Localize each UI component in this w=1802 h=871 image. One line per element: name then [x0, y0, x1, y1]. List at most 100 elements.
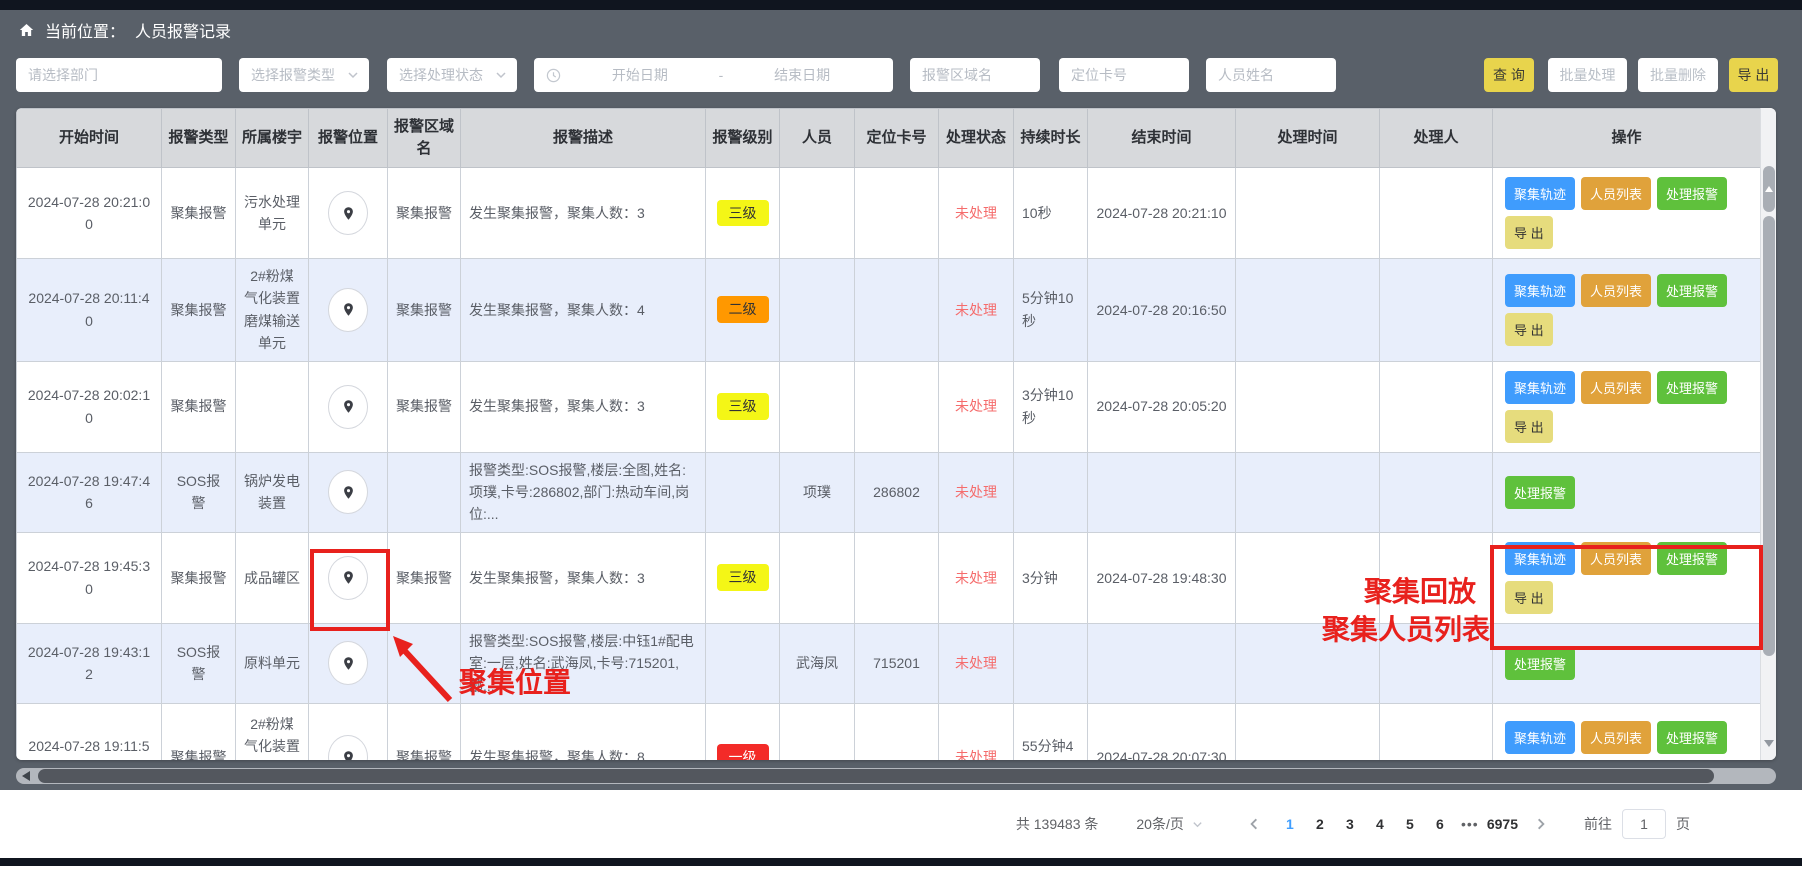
page-number-5[interactable]: 5	[1395, 816, 1425, 832]
scroll-left-icon[interactable]	[22, 771, 30, 781]
batch-process-button[interactable]: 批量处理	[1548, 58, 1627, 92]
status-unprocessed: 未处理	[955, 302, 997, 318]
department-input[interactable]	[16, 58, 222, 92]
status-unprocessed: 未处理	[955, 484, 997, 500]
cell-handle-time	[1236, 259, 1380, 362]
card-number-input[interactable]	[1059, 58, 1189, 92]
cell-card-number: 286802	[855, 452, 939, 532]
action-track-button[interactable]: 聚集轨迹	[1505, 177, 1575, 210]
last-page-button[interactable]: 6975	[1485, 816, 1520, 832]
action-handle-button[interactable]: 处理报警	[1657, 721, 1727, 754]
card-number-field[interactable]	[1059, 58, 1189, 92]
horizontal-scrollbar[interactable]	[16, 768, 1776, 784]
chevron-down-icon	[347, 69, 359, 81]
alarm-table-card: 开始时间报警类型所属楼宇报警位置报警区域名报警描述报警级别人员定位卡号处理状态持…	[16, 108, 1776, 760]
action-export-button[interactable]: 导 出	[1505, 581, 1553, 614]
cell-duration: 5分钟10秒	[1014, 259, 1088, 362]
date-range-picker[interactable]: 开始日期 - 结束日期	[534, 58, 893, 92]
person-name-field[interactable]	[1206, 58, 1336, 92]
scroll-up-icon[interactable]	[1763, 166, 1775, 212]
page-number-3[interactable]: 3	[1335, 816, 1365, 832]
cell-area-name	[388, 623, 461, 703]
area-name-input[interactable]	[910, 58, 1040, 92]
cell-building: 污水处理单元	[236, 168, 309, 259]
end-date-placeholder[interactable]: 结束日期	[723, 65, 881, 85]
horizontal-scrollbar-thumb[interactable]	[38, 769, 1714, 783]
start-date-placeholder[interactable]: 开始日期	[561, 65, 719, 85]
goto-page-input[interactable]	[1622, 809, 1666, 839]
cell-end-time: 2024-07-28 20:16:50	[1088, 259, 1236, 362]
cell-handle-status: 未处理	[939, 623, 1014, 703]
table-row: 2024-07-28 19:11:50聚集报警2#粉煤气化装置磨煤输送单元聚集报…	[17, 703, 1761, 760]
cell-alarm-level: 一级	[706, 703, 780, 760]
cell-start-time: 2024-07-28 19:43:12	[17, 623, 162, 703]
location-pin-icon[interactable]	[328, 735, 368, 760]
prev-page-icon[interactable]	[1247, 817, 1261, 831]
cell-duration: 3分钟	[1014, 532, 1088, 623]
person-name-input[interactable]	[1206, 58, 1336, 92]
next-page-icon[interactable]	[1534, 817, 1548, 831]
action-track-button[interactable]: 聚集轨迹	[1505, 274, 1575, 307]
annotation-roster-label: 聚集人员列表	[1322, 608, 1490, 648]
cell-alarm-level: 三级	[706, 361, 780, 452]
window-top-strip	[0, 0, 1802, 10]
export-button[interactable]: 导 出	[1729, 58, 1778, 92]
location-pin-icon[interactable]	[328, 288, 368, 332]
action-export-button[interactable]: 导 出	[1505, 313, 1553, 346]
action-list-button[interactable]: 人员列表	[1581, 542, 1651, 575]
vertical-scrollbar-thumb[interactable]	[1763, 216, 1775, 656]
cell-alarm-type: 聚集报警	[162, 703, 236, 760]
pagination-bar: 共 139483 条 20条/页 123456 ••• 6975 前往 页	[0, 790, 1802, 858]
annotation-playback-label: 聚集回放	[1364, 570, 1476, 610]
cell-person	[780, 703, 855, 760]
action-list-button[interactable]: 人员列表	[1581, 274, 1651, 307]
action-list-button[interactable]: 人员列表	[1581, 177, 1651, 210]
page-size-select[interactable]: 20条/页	[1136, 814, 1202, 834]
cell-handler	[1380, 703, 1493, 760]
action-track-button[interactable]: 聚集轨迹	[1505, 542, 1575, 575]
action-handle-button[interactable]: 处理报警	[1657, 542, 1727, 575]
location-pin-icon[interactable]	[328, 641, 368, 685]
total-count: 共 139483 条	[1016, 814, 1099, 834]
page-number-2[interactable]: 2	[1305, 816, 1335, 832]
action-list-button[interactable]: 人员列表	[1581, 721, 1651, 754]
cell-alarm-type: 聚集报警	[162, 532, 236, 623]
department-field[interactable]	[16, 58, 222, 92]
breadcrumb: 当前位置： 人员报警记录	[18, 16, 231, 44]
action-handle-button[interactable]: 处理报警	[1657, 177, 1727, 210]
cell-handler	[1380, 259, 1493, 362]
alarm-table-body: 2024-07-28 20:21:00聚集报警污水处理单元聚集报警发生聚集报警，…	[17, 168, 1761, 761]
location-pin-icon[interactable]	[328, 470, 368, 514]
location-pin-icon[interactable]	[328, 556, 368, 600]
batch-delete-button[interactable]: 批量删除	[1638, 58, 1718, 92]
location-pin-icon[interactable]	[328, 191, 368, 235]
handle-status-select[interactable]: 选择处理状态	[387, 58, 517, 92]
goto-unit: 页	[1676, 814, 1690, 834]
action-track-button[interactable]: 聚集轨迹	[1505, 721, 1575, 754]
cell-card-number	[855, 259, 939, 362]
action-handle-button[interactable]: 处理报警	[1505, 476, 1575, 509]
cell-handler	[1380, 361, 1493, 452]
action-export-button[interactable]: 导 出	[1505, 216, 1553, 249]
column-header: 人员	[780, 109, 855, 168]
action-handle-button[interactable]: 处理报警	[1657, 371, 1727, 404]
cell-alarm-position	[309, 532, 388, 623]
alarm-type-select[interactable]: 选择报警类型	[239, 58, 369, 92]
action-handle-button[interactable]: 处理报警	[1505, 647, 1575, 680]
action-list-button[interactable]: 人员列表	[1581, 371, 1651, 404]
search-button[interactable]: 查 询	[1484, 58, 1534, 92]
column-header: 结束时间	[1088, 109, 1236, 168]
location-pin-icon[interactable]	[328, 385, 368, 429]
page-number-1[interactable]: 1	[1275, 816, 1305, 832]
column-header: 处理时间	[1236, 109, 1380, 168]
scroll-down-icon[interactable]	[1764, 740, 1774, 747]
alarm-level-badge: 三级	[717, 564, 769, 591]
page-number-6[interactable]: 6	[1425, 816, 1455, 832]
action-track-button[interactable]: 聚集轨迹	[1505, 371, 1575, 404]
action-export-button[interactable]: 导 出	[1505, 410, 1553, 443]
action-handle-button[interactable]: 处理报警	[1657, 274, 1727, 307]
table-vertical-scrollbar[interactable]	[1760, 108, 1776, 760]
page-number-4[interactable]: 4	[1365, 816, 1395, 832]
area-name-field[interactable]	[910, 58, 1040, 92]
cell-alarm-type: SOS报警	[162, 623, 236, 703]
